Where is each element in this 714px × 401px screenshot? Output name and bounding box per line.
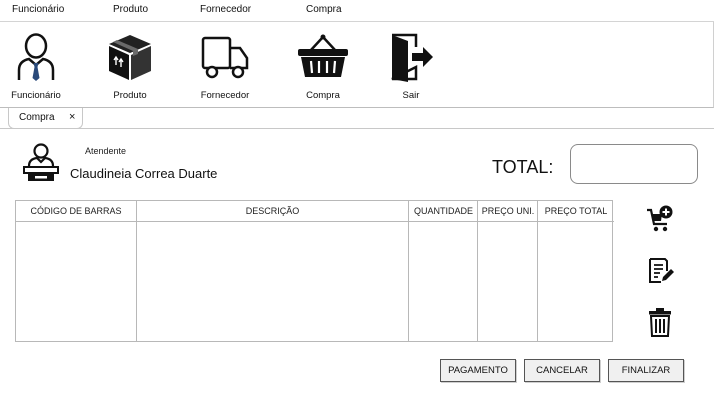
menu-fornecedor[interactable]: Fornecedor [200, 4, 251, 15]
col-preco-total: PREÇO TOTAL [538, 201, 614, 222]
ribbon-sair-label: Sair [402, 90, 420, 101]
ribbon-funcionario-label: Funcionário [11, 90, 61, 101]
column-divider [477, 201, 478, 341]
ribbon-toolbar: Funcionário Produto Fornecedor Compra Sa… [0, 22, 714, 108]
exit-door-icon [391, 33, 433, 82]
ribbon-funcionario-button[interactable]: Funcionário [1, 32, 71, 104]
attendant-desk-icon [23, 143, 59, 181]
cancelar-button[interactable]: CANCELAR [524, 359, 600, 382]
ribbon-compra-button[interactable]: Compra [288, 32, 358, 104]
col-quantidade: QUANTIDADE [409, 201, 478, 222]
items-table[interactable]: CÓDIGO DE BARRAS DESCRIÇÃO QUANTIDADE PR… [15, 200, 614, 342]
attendant-label: Atendente [85, 146, 127, 156]
menu-compra[interactable]: Compra [306, 4, 342, 15]
delivery-truck-icon [201, 36, 249, 79]
menu-produto[interactable]: Produto [113, 4, 148, 15]
menu-funcionario[interactable]: Funcionário [12, 4, 64, 15]
finalizar-button[interactable]: FINALIZAR [608, 359, 684, 382]
total-label: TOTAL: [492, 157, 554, 177]
pagamento-button[interactable]: PAGAMENTO [440, 359, 516, 382]
employee-icon [17, 33, 55, 81]
attendant-name: Claudineia Correa Duarte [70, 166, 218, 181]
col-preco-uni: PREÇO UNI. [478, 201, 538, 222]
col-descricao: DESCRIÇÃO [136, 201, 409, 222]
ribbon-produto-button[interactable]: Produto [95, 32, 165, 104]
ribbon-produto-label: Produto [113, 90, 147, 101]
menu-bar: Funcionário Produto Fornecedor Compra [0, 0, 714, 22]
column-divider [408, 201, 409, 341]
ribbon-fornecedor-label: Fornecedor [200, 90, 250, 101]
tab-close-icon[interactable]: × [69, 111, 75, 123]
tab-strip: Compra × [0, 108, 714, 129]
column-divider [136, 201, 137, 341]
ribbon-compra-label: Compra [306, 90, 340, 101]
tab-compra[interactable]: Compra × [8, 108, 83, 129]
trash-icon[interactable] [648, 307, 672, 337]
product-box-icon [109, 35, 151, 80]
tab-compra-label: Compra [19, 112, 55, 123]
column-divider [537, 201, 538, 341]
add-to-cart-icon[interactable] [646, 205, 674, 233]
col-codigo-de-barras: CÓDIGO DE BARRAS [16, 201, 136, 222]
edit-document-icon[interactable] [647, 257, 675, 285]
ribbon-sair-button[interactable]: Sair [376, 32, 446, 104]
total-value-field [570, 144, 698, 184]
shopping-basket-icon [298, 34, 348, 77]
ribbon-fornecedor-button[interactable]: Fornecedor [190, 32, 260, 104]
